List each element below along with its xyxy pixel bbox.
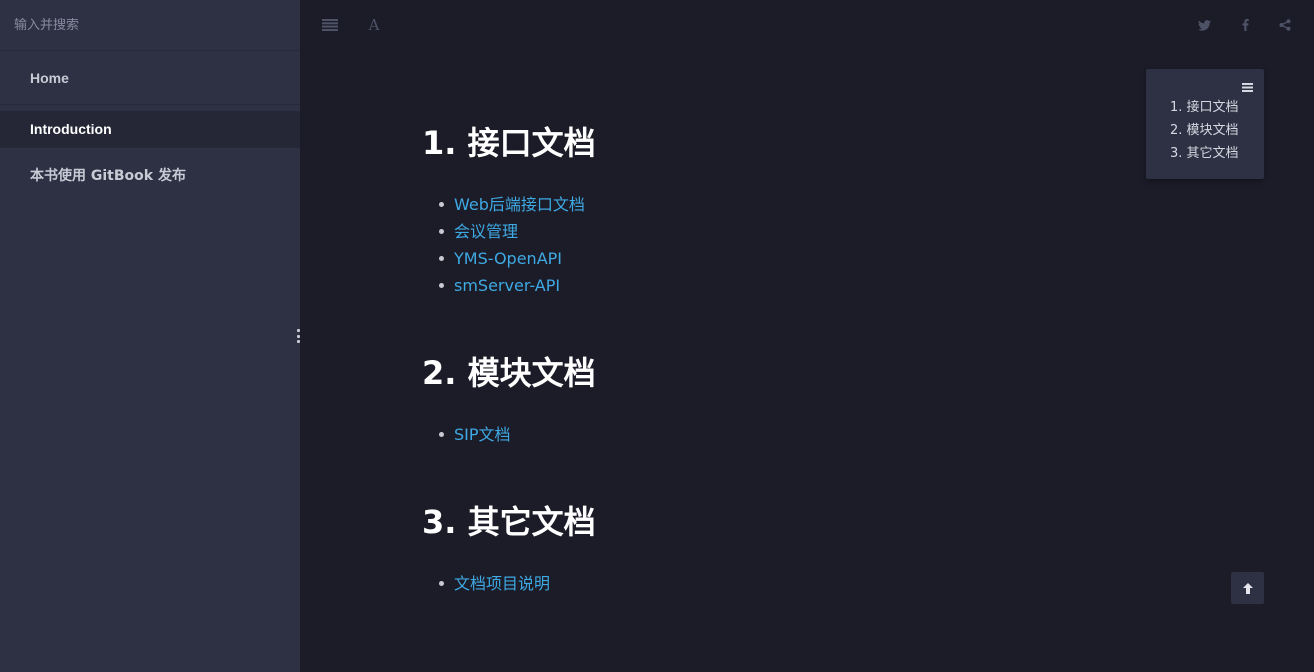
toc-item-label: 其它文档 [1186,146,1239,161]
facebook-icon[interactable] [1233,14,1257,36]
sidebar-item-gitbook[interactable]: 本书使用 GitBook 发布 [0,148,300,202]
toc-item[interactable]: 1. 接口文档 [1170,96,1239,119]
toc-list: 1. 接口文档 2. 模块文档 3. 其它文档 [1170,96,1239,165]
list-icon[interactable] [1242,79,1253,92]
sidebar-item-introduction[interactable]: Introduction [0,111,300,148]
section-2-links: SIP文档 [439,421,511,448]
main-content: A 1. 接口文档 Web后端接口文档 会议管理 YMS-OpenAPI smS… [300,0,1314,672]
toc-item-label: 接口文档 [1186,100,1239,115]
toc-item-number: 3. [1170,146,1183,161]
list-item: YMS-OpenAPI [439,245,585,272]
list-item: 会议管理 [439,218,585,245]
list-item: 文档项目说明 [438,570,550,597]
font-settings-glyph: A [368,16,380,34]
sidebar-item-home[interactable]: Home [0,51,300,105]
share-icon[interactable] [1273,14,1297,36]
toc-item[interactable]: 3. 其它文档 [1170,142,1239,165]
toc-item[interactable]: 2. 模块文档 [1170,119,1239,142]
sidebar-item-label: Home [30,69,69,86]
menu-icon[interactable] [318,14,342,36]
doc-link[interactable]: YMS-OpenAPI [454,249,562,268]
list-item: SIP文档 [439,421,511,448]
doc-link[interactable]: SIP文档 [454,425,511,444]
section-heading-1: 1. 接口文档 [422,124,596,162]
toc-item-number: 2. [1170,123,1183,138]
search-input[interactable] [14,17,286,33]
section-3-links: 文档项目说明 [438,570,550,597]
section-heading-2: 2. 模块文档 [422,354,596,392]
sidebar-item-label: 本书使用 GitBook 发布 [30,168,186,184]
list-item: Web后端接口文档 [439,191,585,218]
back-to-top-button[interactable] [1231,572,1264,604]
toc-panel: 1. 接口文档 2. 模块文档 3. 其它文档 [1146,69,1264,179]
doc-link[interactable]: 文档项目说明 [454,574,550,593]
sidebar-nav: Home Introduction 本书使用 GitBook 发布 [0,51,300,202]
arrow-up-icon [1242,582,1253,594]
doc-link[interactable]: smServer-API [454,276,560,295]
toc-item-label: 模块文档 [1186,123,1239,138]
list-item: smServer-API [439,272,585,299]
twitter-icon[interactable] [1192,14,1216,36]
doc-link[interactable]: Web后端接口文档 [454,195,585,214]
sidebar-item-label: Introduction [30,121,112,137]
toc-item-number: 1. [1170,100,1183,115]
section-1-links: Web后端接口文档 会议管理 YMS-OpenAPI smServer-API [439,191,585,299]
section-heading-3: 3. 其它文档 [422,503,596,541]
doc-link[interactable]: 会议管理 [454,222,518,241]
search-bar [0,0,300,51]
sidebar: Home Introduction 本书使用 GitBook 发布 [0,0,300,672]
font-settings-icon[interactable]: A [362,14,386,36]
